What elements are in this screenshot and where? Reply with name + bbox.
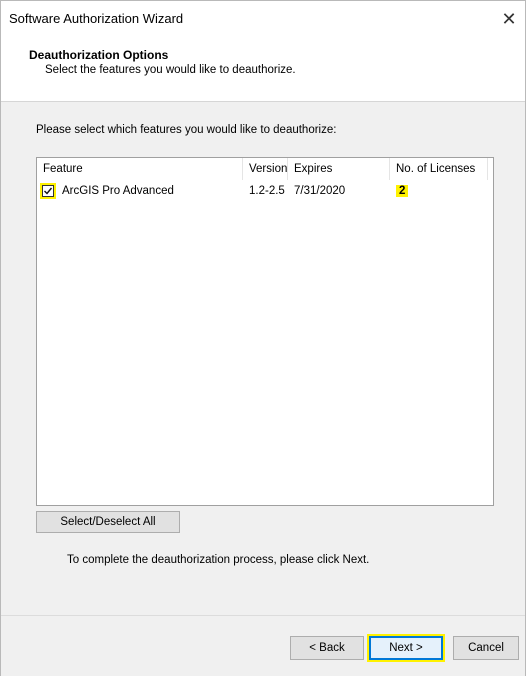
instruction-label: Please select which features you would l… [36,124,337,136]
table-row[interactable]: ArcGIS Pro Advanced 1.2-2.5 7/31/2020 2 [37,180,493,202]
title-bar[interactable]: Software Authorization Wizard ✕ [1,1,525,39]
features-list[interactable]: Feature Version Expires No. of Licenses … [36,157,494,506]
page-title: Deauthorization Options [29,48,169,62]
wizard-header: Deauthorization Options Select the featu… [1,39,525,102]
wizard-footer: < Back Next > Cancel [1,615,525,676]
close-icon: ✕ [501,9,517,29]
select-deselect-all-button[interactable]: Select/Deselect All [36,511,180,533]
completion-instruction: To complete the deauthorization process,… [67,554,370,566]
back-button[interactable]: < Back [290,636,364,660]
column-header-expires[interactable]: Expires [288,158,390,180]
checkbox-highlight [40,183,56,199]
feature-checkbox[interactable] [42,185,54,197]
checkbox-checked-icon [44,187,53,195]
cell-feature: ArcGIS Pro Advanced [62,185,174,197]
close-button[interactable]: ✕ [495,5,523,33]
list-header: Feature Version Expires No. of Licenses [37,158,493,180]
window-title: Software Authorization Wizard [9,11,184,26]
column-header-version[interactable]: Version [243,158,288,180]
wizard-window: Software Authorization Wizard ✕ Deauthor… [0,0,526,676]
cancel-button[interactable]: Cancel [453,636,519,660]
wizard-body: Please select which features you would l… [1,102,525,615]
cell-licenses: 2 [396,180,409,202]
licenses-count-highlight: 2 [396,185,409,197]
page-subtitle: Select the features you would like to de… [45,64,296,76]
next-button[interactable]: Next > [367,634,445,662]
column-header-feature[interactable]: Feature [37,158,243,180]
column-header-licenses[interactable]: No. of Licenses [390,158,488,180]
cell-expires: 7/31/2020 [294,185,346,197]
cell-version: 1.2-2.5 [249,185,285,197]
